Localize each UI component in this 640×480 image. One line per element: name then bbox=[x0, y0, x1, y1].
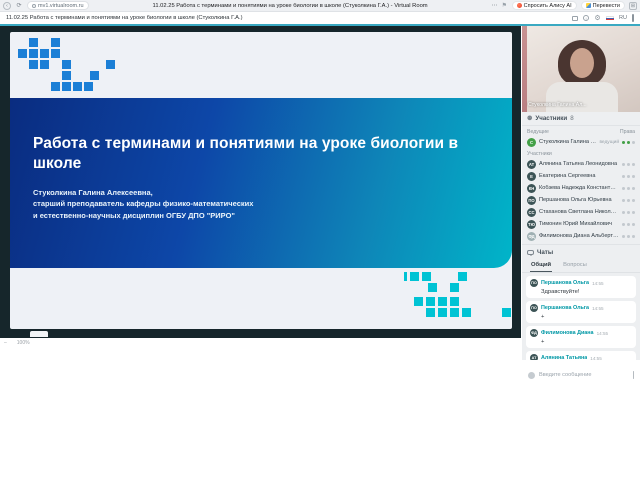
participants-count: 8 bbox=[570, 115, 573, 122]
room-header: 11.02.25 Работа с терминами и понятиями … bbox=[0, 12, 640, 24]
avatar: ТЮ bbox=[527, 220, 536, 229]
avatar: ПО bbox=[530, 304, 538, 312]
video-background bbox=[522, 26, 527, 112]
zoom-out-icon[interactable]: – bbox=[4, 340, 7, 346]
more-icon[interactable] bbox=[632, 141, 635, 144]
camera-on-icon[interactable] bbox=[627, 141, 630, 144]
slide: Работа с терминами и понятиями на уроке … bbox=[10, 32, 512, 329]
chat-tabs: Общий Вопросы bbox=[522, 258, 640, 273]
tab-questions[interactable]: Вопросы bbox=[562, 260, 588, 272]
chat-message: ПО Першанова Ольга 14:55 + bbox=[526, 301, 636, 323]
avatar: ФД bbox=[530, 329, 538, 337]
chat-message: ПО Першанова Ольга 14:55 Здравствуйте! bbox=[526, 276, 636, 298]
sidebar: Стуколкина Галина Ал... ⚉ Участники 8 Ве… bbox=[522, 26, 640, 360]
zoom-control[interactable]: – 100% bbox=[4, 340, 30, 346]
translate-button[interactable]: Перевести bbox=[581, 1, 625, 10]
participant-row[interactable]: ТЮ Тимонин Юрий Михайлович bbox=[522, 218, 640, 230]
back-icon[interactable]: ‹ bbox=[3, 2, 11, 10]
chat-icon bbox=[527, 250, 534, 255]
rights-label: Права bbox=[620, 129, 635, 135]
emoji-icon[interactable] bbox=[528, 372, 535, 379]
tab-general[interactable]: Общий bbox=[530, 260, 552, 272]
attach-icon[interactable] bbox=[633, 371, 635, 379]
video-speaker-name: Стуколкина Галина Ал... bbox=[528, 102, 587, 108]
room-title: 11.02.25 Работа с терминами и понятиями … bbox=[6, 15, 567, 21]
ask-alice-button[interactable]: Спросить Алису AI bbox=[512, 1, 577, 10]
mosaic-decoration-bottom bbox=[395, 272, 404, 281]
avatar: ПО bbox=[527, 196, 536, 205]
avatar: С bbox=[527, 138, 536, 147]
slide-author: Стуколкина Галина Алексеевна, старший пр… bbox=[33, 187, 472, 222]
chat-message-input[interactable] bbox=[539, 372, 629, 378]
chat-input-row bbox=[522, 368, 640, 382]
avatar: СС bbox=[527, 208, 536, 217]
url-text: mv1.virtualroom.ru bbox=[38, 3, 84, 9]
more-menu-icon[interactable]: ⋯ bbox=[492, 2, 498, 9]
participant-row[interactable]: АТ Алянина Татьяна Леонидовна bbox=[522, 158, 640, 170]
chat-message: ФД Филимонова Диана 14:55 + bbox=[526, 326, 636, 348]
panel-toggle-icon[interactable] bbox=[632, 14, 634, 22]
members-section: Участники bbox=[522, 148, 640, 158]
zoom-level: 100% bbox=[17, 340, 30, 346]
avatar: Е bbox=[527, 172, 536, 181]
presentation-stage: Работа с терминами и понятиями на уроке … bbox=[0, 26, 521, 338]
translate-icon bbox=[586, 3, 591, 8]
browser-toolbar: ‹ ⟳ mv1.virtualroom.ru 11.02.25 Работа с… bbox=[0, 0, 640, 12]
bookmark-icon[interactable]: ⚑ bbox=[502, 3, 508, 9]
avatar: АТ bbox=[527, 160, 536, 169]
virtual-room-window: ‹ ⟳ mv1.virtualroom.ru 11.02.25 Работа с… bbox=[0, 0, 640, 480]
avatar: ПО bbox=[530, 279, 538, 287]
window-title: 11.02.25 Работа с терминами и понятиями … bbox=[93, 3, 488, 9]
info-icon[interactable]: i bbox=[583, 15, 589, 21]
mic-on-icon[interactable] bbox=[622, 141, 625, 144]
chats-header[interactable]: Чаты bbox=[522, 244, 640, 258]
participant-row[interactable]: ПО Першанова Ольга Юрьевна bbox=[522, 194, 640, 206]
avatar: АТ bbox=[530, 354, 538, 360]
extensions-icon[interactable]: ⊞ bbox=[629, 2, 637, 10]
participant-row[interactable]: ФД Филимонова Диана Альбертовна bbox=[522, 230, 640, 242]
moderator-row[interactable]: С Стуколкина Галина Ал... ведущий bbox=[522, 136, 640, 148]
language-label[interactable]: RU bbox=[619, 15, 627, 21]
stage-toolbar-handle[interactable] bbox=[30, 331, 48, 337]
avatar: ФД bbox=[527, 232, 536, 241]
alice-icon bbox=[517, 3, 522, 8]
webcam-tile[interactable]: Стуколкина Галина Ал... bbox=[522, 26, 640, 112]
moderators-section: Ведущие Права bbox=[522, 126, 640, 136]
ru-flag-icon[interactable] bbox=[606, 16, 614, 21]
mosaic-decoration-top bbox=[18, 38, 27, 47]
slide-title-panel: Работа с терминами и понятиями на уроке … bbox=[10, 98, 512, 268]
share-screen-icon[interactable] bbox=[572, 16, 578, 21]
avatar: КН bbox=[527, 184, 536, 193]
participant-row[interactable]: Е Екатерина Сергеевна bbox=[522, 170, 640, 182]
url-bar[interactable]: mv1.virtualroom.ru bbox=[27, 1, 89, 10]
site-security-icon bbox=[32, 4, 36, 8]
participants-icon: ⚉ bbox=[527, 116, 532, 122]
settings-gear-icon[interactable]: ⚙ bbox=[594, 15, 601, 22]
refresh-icon[interactable]: ⟳ bbox=[15, 2, 23, 10]
participants-header[interactable]: ⚉ Участники 8 bbox=[522, 112, 640, 126]
participant-row[interactable]: СС Стаханова Светлана Николаевна bbox=[522, 206, 640, 218]
participant-row[interactable]: КН Кобзева Надежда Константинов... bbox=[522, 182, 640, 194]
chat-message: АТ Алянина Татьяна 14:55 + bbox=[526, 351, 636, 360]
slide-title: Работа с терминами и понятиями на уроке … bbox=[33, 134, 472, 174]
